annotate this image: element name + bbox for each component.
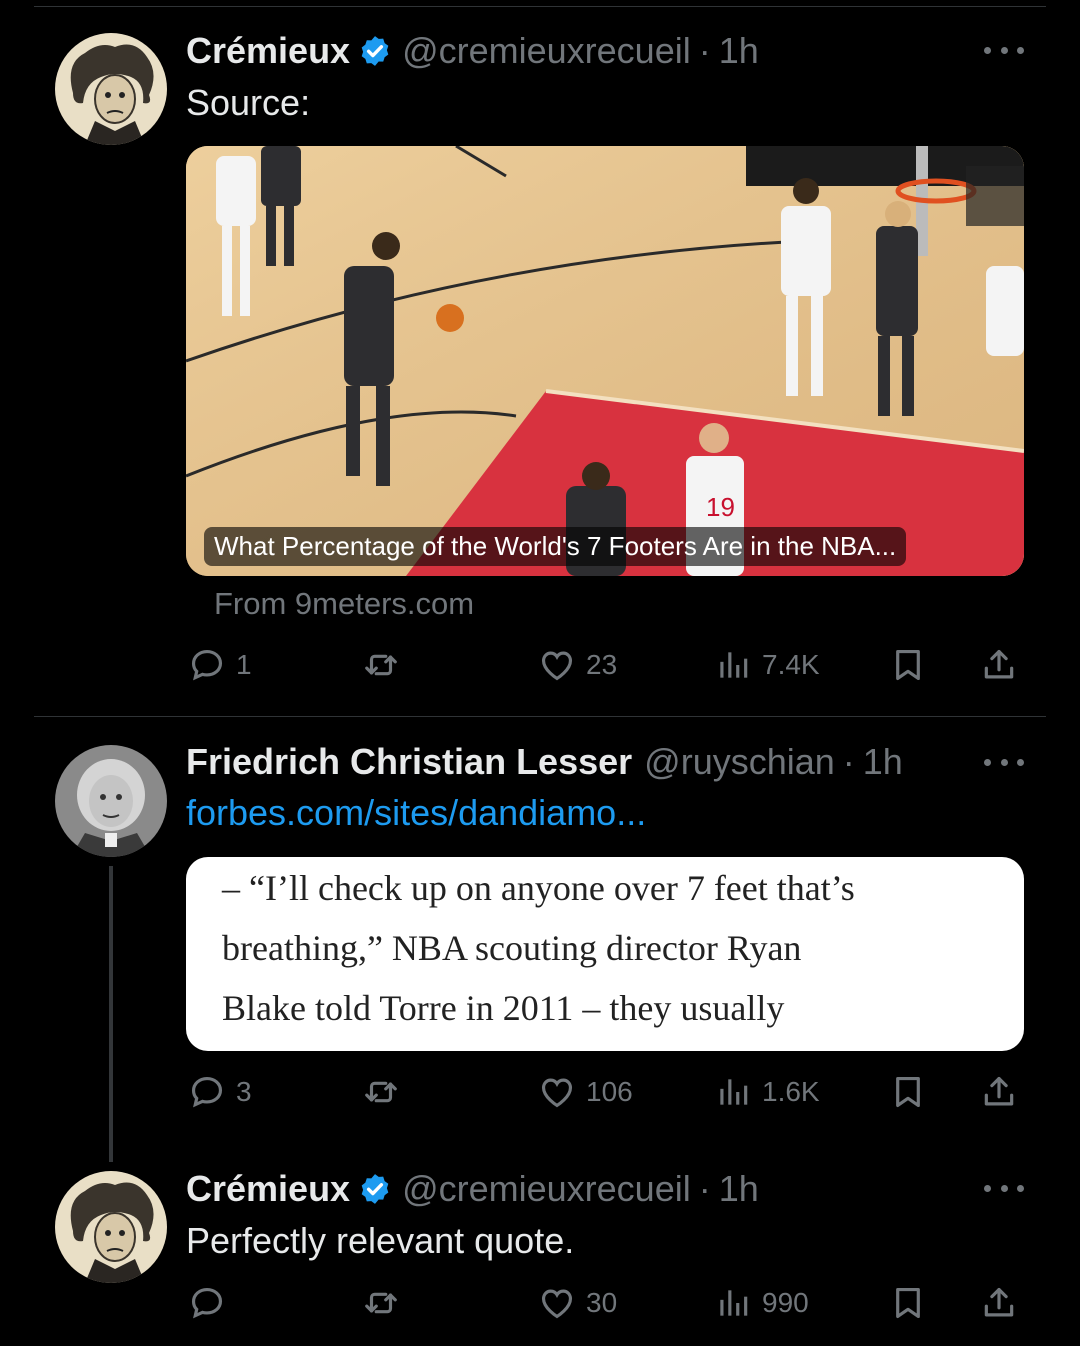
views-icon [714, 1284, 752, 1322]
svg-text:19: 19 [706, 492, 735, 522]
tweet-text: Source: [186, 82, 311, 123]
views-count: 7.4K [762, 649, 820, 680]
verified-badge-icon [358, 1172, 392, 1206]
timestamp[interactable]: 1h [719, 30, 759, 72]
quote-line: breathing,” NBA scouting director Ryan [222, 928, 802, 968]
reply-button[interactable]: 3 [188, 1072, 252, 1112]
like-button[interactable]: 106 [538, 1072, 633, 1112]
reply-count: 3 [236, 1076, 252, 1107]
reply-count: 1 [236, 649, 252, 680]
tweet-header: Crémieux @cremieuxrecueil · 1h [186, 28, 759, 74]
link-card-source[interactable]: From 9meters.com [214, 586, 474, 622]
bookmark-icon [889, 1284, 927, 1322]
bookmark-icon [889, 1073, 927, 1111]
avatar[interactable] [55, 745, 167, 857]
avatar[interactable] [55, 1171, 167, 1283]
retweet-icon [362, 1284, 400, 1322]
reply-icon [188, 1284, 226, 1322]
caricature-avatar-image [55, 33, 167, 145]
retweet-button[interactable] [362, 645, 400, 685]
like-icon [538, 1284, 576, 1322]
link-card-image[interactable]: 19 What Percentage of the World's 7 Foot… [186, 146, 1024, 576]
user-handle[interactable]: @cremieuxrecueil [402, 1168, 691, 1210]
views-count: 990 [762, 1287, 809, 1318]
quote-line: – “I’ll check up on anyone over 7 feet t… [222, 868, 855, 908]
reply-icon [188, 646, 226, 684]
tweet-header: Friedrich Christian Lesser @ruyschian · … [186, 739, 903, 785]
tweet-divider [34, 716, 1046, 717]
display-name[interactable]: Crémieux [186, 30, 350, 72]
more-options-icon[interactable] [984, 40, 1024, 60]
bookmark-button[interactable] [889, 1072, 927, 1112]
tweet-link[interactable]: forbes.com/sites/dandiamo... [186, 792, 646, 834]
like-button[interactable]: 23 [538, 645, 617, 685]
bookmark-button[interactable] [889, 1283, 927, 1323]
more-options-icon[interactable] [984, 752, 1024, 772]
separator-dot: · [842, 741, 855, 782]
bookmark-icon [889, 646, 927, 684]
like-icon [538, 646, 576, 684]
retweet-icon [362, 1073, 400, 1111]
user-handle[interactable]: @cremieuxrecueil [402, 30, 691, 72]
quote-line: Blake told Torre in 2011 – they usually [222, 988, 785, 1028]
views-icon [714, 1073, 752, 1111]
bookmark-button[interactable] [889, 645, 927, 685]
tweet-text: Perfectly relevant quote. [186, 1220, 575, 1261]
display-name[interactable]: Crémieux [186, 1168, 350, 1210]
timestamp[interactable]: 1h [863, 741, 903, 783]
like-button[interactable]: 30 [538, 1283, 617, 1323]
top-divider [34, 6, 1046, 7]
quote-image-card[interactable]: – “I’ll check up on anyone over 7 feet t… [186, 857, 1024, 1051]
more-options-icon[interactable] [984, 1178, 1024, 1198]
reply-button[interactable]: 1 [188, 645, 252, 685]
separator-dot: · [698, 1168, 711, 1209]
link-card-title[interactable]: What Percentage of the World's 7 Footers… [204, 527, 907, 566]
retweet-button[interactable] [362, 1072, 400, 1112]
separator-dot: · [698, 30, 711, 71]
share-icon [980, 646, 1018, 684]
views-button[interactable]: 1.6K [714, 1072, 820, 1112]
share-icon [980, 1284, 1018, 1322]
tweet-header: Crémieux @cremieuxrecueil · 1h [186, 1166, 759, 1212]
basketball-court-photo: 19 [186, 146, 1024, 576]
like-count: 106 [586, 1076, 633, 1107]
like-icon [538, 1073, 576, 1111]
avatar[interactable] [55, 33, 167, 145]
timestamp[interactable]: 1h [719, 1168, 759, 1210]
caricature-avatar-image [55, 1171, 167, 1283]
display-name[interactable]: Friedrich Christian Lesser [186, 741, 632, 783]
share-button[interactable] [980, 1283, 1018, 1323]
like-count: 30 [586, 1287, 618, 1318]
reply-button[interactable] [188, 1283, 226, 1323]
share-button[interactable] [980, 645, 1018, 685]
views-button[interactable]: 7.4K [714, 645, 820, 685]
views-button[interactable]: 990 [714, 1283, 809, 1323]
engraved-portrait-avatar-image [55, 745, 167, 857]
reply-icon [188, 1073, 226, 1111]
verified-badge-icon [358, 34, 392, 68]
thread-connector-line [109, 866, 113, 1162]
like-count: 23 [586, 649, 618, 680]
views-icon [714, 646, 752, 684]
retweet-icon [362, 646, 400, 684]
user-handle[interactable]: @ruyschian [644, 741, 835, 783]
share-icon [980, 1073, 1018, 1111]
retweet-button[interactable] [362, 1283, 400, 1323]
share-button[interactable] [980, 1072, 1018, 1112]
views-count: 1.6K [762, 1076, 820, 1107]
